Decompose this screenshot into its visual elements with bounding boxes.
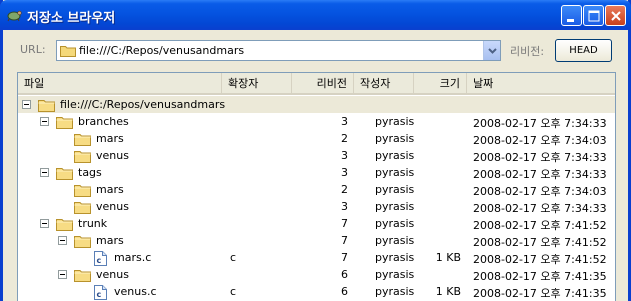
- row-author: pyrasis: [375, 149, 415, 162]
- maximize-button[interactable]: [583, 5, 604, 26]
- collapse-toggle[interactable]: [58, 236, 67, 245]
- minimize-icon: [567, 19, 574, 22]
- collapse-toggle[interactable]: [40, 117, 49, 126]
- minimize-button[interactable]: [561, 5, 582, 26]
- column-date[interactable]: 날짜: [467, 73, 615, 93]
- row-author: pyrasis: [375, 234, 415, 247]
- tree-row[interactable]: mars 7 pyrasis 2008-02-17 오후 7:41:52: [18, 232, 615, 249]
- row-name: mars: [96, 234, 124, 247]
- row-revision: 7: [341, 217, 348, 230]
- row-date: 2008-02-17 오후 7:34:33: [473, 151, 607, 164]
- repo-browser-window: 저장소 브라우저 URL: file:///C:/Repos/venusandm…: [0, 0, 631, 301]
- row-date: 2008-02-17 오후 7:41:35: [473, 270, 607, 283]
- row-name: mars: [96, 183, 124, 196]
- column-ext[interactable]: 확장자: [222, 73, 292, 93]
- tree-row[interactable]: c venus.c c 6 pyrasis 1 KB 2008-02-17 오후 7:41:…: [18, 283, 615, 300]
- c-file-icon: c: [94, 285, 107, 301]
- close-button[interactable]: [605, 5, 626, 26]
- row-name: tags: [78, 166, 102, 179]
- row-name: file:///C:/Repos/venusandmars: [60, 98, 226, 111]
- tree-row[interactable]: venus 6 pyrasis 2008-02-17 오후 7:41:35: [18, 266, 615, 283]
- tree-row[interactable]: venus 3 pyrasis 2008-02-17 오후 7:34:33: [18, 147, 615, 164]
- tree-row[interactable]: trunk 7 pyrasis 2008-02-17 오후 7:41:52: [18, 215, 615, 232]
- chevron-down-icon: [488, 48, 497, 54]
- row-author: pyrasis: [375, 200, 415, 213]
- svg-text:c: c: [97, 290, 102, 299]
- row-revision: 7: [341, 251, 348, 264]
- row-name: mars: [96, 132, 124, 145]
- row-revision: 2: [341, 132, 348, 145]
- row-author: pyrasis: [375, 217, 415, 230]
- row-date: 2008-02-17 오후 7:41:52: [473, 236, 607, 249]
- row-date: 2008-02-17 오후 7:34:03: [473, 185, 607, 198]
- row-revision: 3: [341, 115, 348, 128]
- row-revision: 3: [341, 200, 348, 213]
- row-author: pyrasis: [375, 268, 415, 281]
- row-name: trunk: [78, 217, 108, 230]
- tree-row[interactable]: mars 2 pyrasis 2008-02-17 오후 7:34:03: [18, 181, 615, 198]
- svg-text:c: c: [97, 256, 102, 265]
- title-bar[interactable]: 저장소 브라우저: [0, 0, 631, 30]
- repository-tree[interactable]: 파일 확장자 리비전 작성자 크기 날짜 file:///C:/Repos/ve…: [17, 72, 616, 301]
- column-author[interactable]: 작성자: [354, 73, 414, 93]
- revision-label: 리비전:: [510, 45, 545, 58]
- row-ext: c: [230, 285, 237, 298]
- row-date: 2008-02-17 오후 7:34:33: [473, 202, 607, 215]
- tortoise-app-icon: [7, 10, 22, 22]
- url-value: file:///C:/Repos/venusandmars: [79, 44, 245, 57]
- collapse-toggle[interactable]: [22, 100, 31, 109]
- row-date: 2008-02-17 오후 7:41:52: [473, 219, 607, 232]
- maximize-icon: [588, 10, 600, 22]
- row-author: pyrasis: [375, 132, 415, 145]
- row-author: pyrasis: [375, 183, 415, 196]
- close-icon: [611, 11, 621, 21]
- row-name: venus: [96, 149, 129, 162]
- folder-icon: [60, 46, 76, 57]
- row-name: venus: [96, 268, 129, 281]
- row-ext: c: [230, 251, 237, 264]
- row-date: 2008-02-17 오후 7:34:03: [473, 134, 607, 147]
- tree-row[interactable]: mars 2 pyrasis 2008-02-17 오후 7:34:03: [18, 130, 615, 147]
- column-size[interactable]: 크기: [414, 73, 467, 93]
- tree-row[interactable]: c mars.c c 7 pyrasis 1 KB 2008-02-17 오후 7:41:5…: [18, 249, 615, 266]
- collapse-toggle[interactable]: [58, 270, 67, 279]
- row-size: 1 KB: [435, 251, 461, 264]
- row-name: mars.c: [114, 251, 152, 264]
- head-revision-button[interactable]: HEAD: [555, 39, 612, 62]
- url-dropdown-button[interactable]: [483, 41, 500, 60]
- tree-row[interactable]: venus 3 pyrasis 2008-02-17 오후 7:34:33: [18, 198, 615, 215]
- url-combobox[interactable]: file:///C:/Repos/venusandmars: [56, 40, 501, 61]
- column-header: 파일 확장자 리비전 작성자 크기 날짜: [18, 73, 615, 95]
- row-revision: 3: [341, 149, 348, 162]
- row-revision: 7: [341, 234, 348, 247]
- row-revision: 2: [341, 183, 348, 196]
- collapse-toggle[interactable]: [40, 168, 49, 177]
- row-revision: 3: [341, 166, 348, 179]
- row-name: branches: [78, 115, 129, 128]
- tree-row[interactable]: file:///C:/Repos/venusandmars: [18, 96, 615, 113]
- tree-row[interactable]: tags 3 pyrasis 2008-02-17 오후 7:34:33: [18, 164, 615, 181]
- row-revision: 6: [341, 285, 348, 298]
- url-label: URL:: [20, 43, 46, 56]
- row-date: 2008-02-17 오후 7:34:33: [473, 117, 607, 130]
- column-rev[interactable]: 리비전: [292, 73, 354, 93]
- collapse-toggle[interactable]: [40, 219, 49, 228]
- row-date: 2008-02-17 오후 7:34:33: [473, 168, 607, 181]
- row-author: pyrasis: [375, 115, 415, 128]
- row-name: venus: [96, 200, 129, 213]
- row-date: 2008-02-17 오후 7:41:52: [473, 253, 607, 266]
- row-name: venus.c: [114, 285, 157, 298]
- window-title: 저장소 브라우저: [27, 11, 116, 26]
- row-size: 1 KB: [435, 285, 461, 298]
- tree-row[interactable]: branches 3 pyrasis 2008-02-17 오후 7:34:33: [18, 113, 615, 130]
- row-date: 2008-02-17 오후 7:41:35: [473, 287, 607, 300]
- url-toolbar: URL: file:///C:/Repos/venusandmars 리비전: …: [3, 30, 628, 67]
- row-revision: 6: [341, 268, 348, 281]
- column-file[interactable]: 파일: [18, 73, 222, 93]
- row-author: pyrasis: [375, 166, 415, 179]
